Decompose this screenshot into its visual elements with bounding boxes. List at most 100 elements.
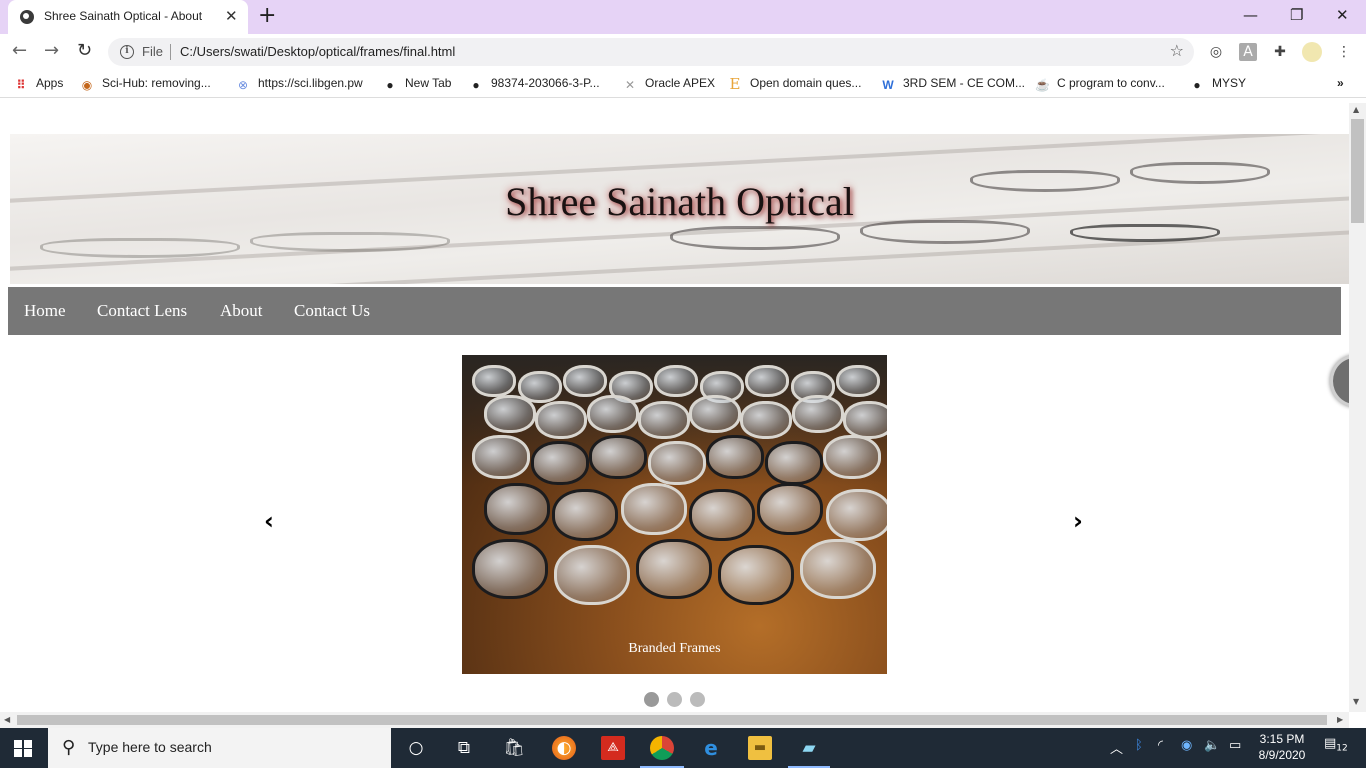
coffee-cup-icon: ☕	[1035, 78, 1050, 92]
grammarly-icon[interactable]: ◉	[1181, 738, 1192, 753]
vertical-scroll-thumb[interactable]	[1351, 119, 1364, 223]
apps-grid-icon: ⠿	[16, 78, 26, 92]
acrobat-icon[interactable]: ⟁	[601, 736, 625, 760]
carousel-dot-3[interactable]	[690, 692, 705, 707]
profile-avatar[interactable]	[1302, 42, 1322, 62]
bookmark-oracle-apex[interactable]: ✕ Oracle APEX	[623, 76, 715, 92]
carousel-dot-2[interactable]	[667, 692, 682, 707]
tab-title: Shree Sainath Optical - About	[44, 9, 203, 23]
url-text[interactable]: C:/Users/swati/Desktop/optical/frames/fi…	[180, 44, 455, 59]
edge-icon[interactable]: e	[699, 736, 723, 760]
clock-time: 3:15 PM	[1259, 732, 1305, 746]
windows-start-icon[interactable]	[14, 740, 32, 757]
eyeglass-lens-decoration	[530, 441, 589, 485]
extension-icon[interactable]: ◎	[1207, 43, 1225, 61]
volume-icon[interactable]: 🔈	[1204, 738, 1220, 753]
bookmark-apps[interactable]: ⠿ Apps	[14, 76, 64, 92]
close-window-button[interactable]: ✕	[1336, 4, 1349, 26]
browser-toolbar: ← → ↻ i File C:/Users/swati/Desktop/opti…	[0, 34, 1366, 70]
restore-button[interactable]: ❐	[1290, 4, 1303, 26]
cortana-icon[interactable]: ○	[404, 736, 428, 760]
oracle-apex-icon: ✕	[624, 78, 636, 92]
notifications-icon[interactable]: ▤12	[1324, 736, 1348, 754]
nav-contact-lens[interactable]: Contact Lens	[97, 301, 187, 321]
file-explorer-icon[interactable]: ▬	[748, 736, 772, 760]
menu-kebab-icon[interactable]: ⋮	[1335, 43, 1353, 61]
bookmark-libgen[interactable]: ⊗ https://sci.libgen.pw	[236, 76, 363, 92]
task-view-icon[interactable]: ⧉	[452, 736, 476, 760]
pdf-extension-icon[interactable]: A	[1239, 43, 1257, 61]
nav-home[interactable]: Home	[24, 301, 66, 321]
bookmark-mysy[interactable]: ● MYSY	[1190, 76, 1246, 92]
bluetooth-icon[interactable]: ᛒ	[1135, 738, 1143, 753]
eyeglass-lens-decoration	[563, 365, 608, 397]
info-icon[interactable]: i	[120, 45, 134, 59]
clock-date: 8/9/2020	[1258, 748, 1306, 762]
minimize-button[interactable]: —	[1243, 4, 1258, 26]
scroll-left-arrow-icon[interactable]: ◀	[4, 715, 10, 724]
carousel-next-button[interactable]: ›	[1073, 507, 1083, 535]
microsoft-store-icon[interactable]: 🛍	[502, 736, 526, 760]
more-bookmarks-chevron-icon[interactable]: »	[1337, 76, 1344, 90]
letter-w-icon: W	[882, 78, 894, 92]
eyeglass-lens-decoration	[706, 435, 765, 479]
battery-icon[interactable]: ▭	[1229, 738, 1241, 753]
nav-about[interactable]: About	[220, 301, 263, 321]
eyeglasses-decoration	[40, 238, 240, 258]
bookmark-sci-hub[interactable]: ◉ Sci-Hub: removing...	[80, 76, 211, 92]
eyeglass-lens-decoration	[842, 401, 887, 439]
eyeglass-lens-decoration	[791, 395, 844, 433]
system-clock[interactable]: 3:15 PM 8/9/2020	[1252, 731, 1312, 763]
scroll-up-arrow-icon[interactable]: ▲	[1353, 105, 1359, 114]
carousel-slide-image: Branded Frames	[462, 355, 887, 674]
wifi-icon[interactable]: ◜	[1158, 738, 1163, 753]
bookmark-open-domain[interactable]: E Open domain ques...	[728, 76, 862, 92]
eyeglasses-decoration	[250, 232, 450, 252]
bookmark-98374[interactable]: ● 98374-203066-3-P...	[469, 76, 599, 92]
vertical-scrollbar[interactable]: ▲ ▼	[1349, 103, 1366, 712]
eyeglass-lens-decoration	[535, 401, 588, 439]
carousel-dot-1[interactable]	[644, 692, 659, 707]
notepad-app-icon[interactable]: ▰	[797, 736, 821, 760]
horizontal-scrollbar[interactable]: ◀ ▶	[0, 712, 1349, 728]
forward-button[interactable]: →	[44, 40, 59, 62]
close-tab-icon[interactable]: ✕	[225, 6, 238, 26]
notification-count: 12	[1336, 743, 1348, 754]
eyeglass-lens-decoration	[764, 441, 823, 485]
eyeglass-lens-decoration	[689, 395, 741, 433]
bookmark-new-tab[interactable]: ● New Tab	[383, 76, 451, 92]
omnibox-divider	[170, 44, 171, 60]
eyeglass-lens-decoration	[745, 365, 790, 397]
windows-taskbar: ⚲ Type here to search ○ ⧉ 🛍 ◐ ⟁ e ▬ ▰ ︿ …	[0, 728, 1366, 768]
eyeglass-lens-decoration	[484, 395, 536, 433]
back-button[interactable]: ←	[12, 40, 27, 62]
search-icon: ⚲	[62, 737, 76, 758]
chrome-icon[interactable]	[650, 736, 674, 760]
bookmark-c-program[interactable]: ☕ C program to conv...	[1035, 76, 1165, 92]
show-hidden-icons-chevron-icon[interactable]: ︿	[1110, 738, 1123, 757]
libgen-icon: ⊗	[237, 78, 249, 92]
address-bar[interactable]: i File C:/Users/swati/Desktop/optical/fr…	[108, 38, 1194, 66]
eyeglasses-decoration	[1070, 224, 1220, 242]
nav-contact-us[interactable]: Contact Us	[294, 301, 370, 321]
globe-icon: ●	[472, 78, 480, 92]
firefox-icon[interactable]: ◐	[552, 736, 576, 760]
globe-icon: ●	[386, 78, 394, 92]
taskbar-search-box[interactable]: ⚲ Type here to search	[48, 728, 391, 768]
horizontal-scroll-thumb[interactable]	[17, 715, 1327, 725]
extensions-puzzle-icon[interactable]: ✚	[1271, 43, 1289, 61]
site-title: Shree Sainath Optical	[505, 179, 854, 224]
browser-tab[interactable]: Shree Sainath Optical - About ✕	[8, 0, 248, 34]
eyeglass-lens-decoration	[472, 435, 530, 479]
new-tab-button[interactable]: +	[258, 4, 276, 28]
carousel-prev-button[interactable]: ‹	[264, 507, 274, 535]
bookmark-star-icon[interactable]: ☆	[1170, 41, 1184, 60]
reload-button[interactable]: ↻	[77, 40, 92, 62]
scroll-right-arrow-icon[interactable]: ▶	[1337, 715, 1343, 724]
scroll-down-arrow-icon[interactable]: ▼	[1353, 697, 1359, 706]
bookmark-3rd-sem[interactable]: W 3RD SEM - CE COM...	[881, 76, 1025, 92]
eyeglass-lens-decoration	[800, 539, 876, 599]
main-navbar: Home Contact Lens About Contact Us	[8, 287, 1341, 335]
eyeglass-lens-decoration	[637, 401, 690, 439]
eyeglass-lens-decoration	[472, 539, 548, 599]
